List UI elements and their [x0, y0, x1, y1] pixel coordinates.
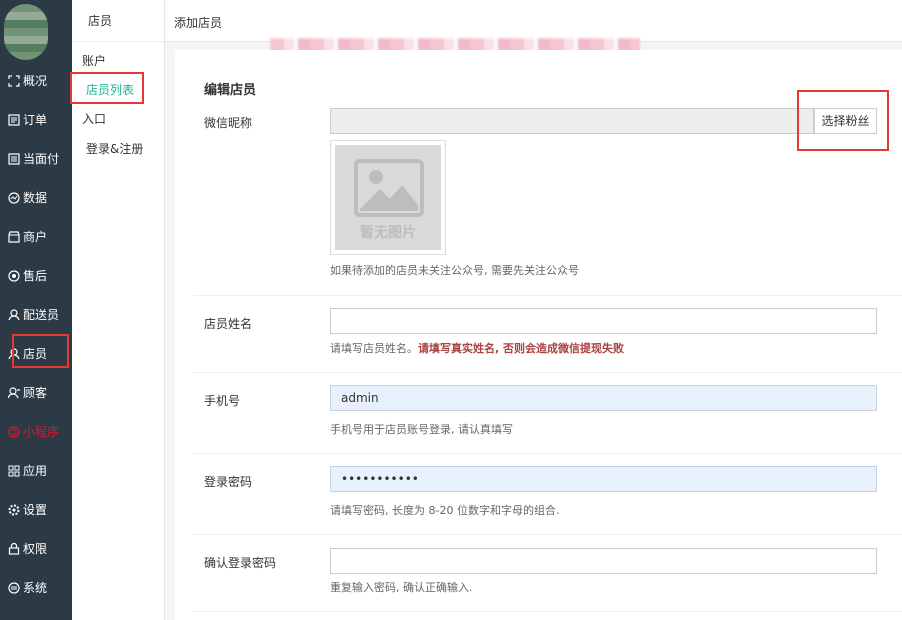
- confirm-password-label: 确认登录密码: [204, 556, 277, 570]
- avatar-preview: 暂无图片: [330, 140, 446, 255]
- aftersale-icon: [8, 269, 20, 282]
- nav-label: 订单: [23, 113, 48, 127]
- settings-icon: [8, 504, 20, 516]
- subnav-header: 店员: [72, 0, 164, 42]
- divider: [193, 295, 902, 296]
- clerk-name-help-warning: 请填写真实姓名, 否则会造成微信提现失败: [418, 342, 625, 355]
- wechat-nickname-label: 微信昵称: [204, 116, 253, 130]
- overview-icon: [8, 74, 20, 87]
- password-input[interactable]: •••••••••••: [330, 466, 877, 492]
- nav-item-customer[interactable]: 顾客: [0, 373, 72, 412]
- nav-item-courier[interactable]: 配送员: [0, 295, 72, 334]
- miniprogram-icon: [8, 425, 20, 438]
- customer-icon: [8, 386, 20, 399]
- nav-label: 当面付: [23, 152, 60, 166]
- confirm-password-help: 重复输入密码, 确认正确输入.: [330, 581, 473, 594]
- nav-label: 应用: [23, 464, 48, 478]
- subnav-item-account[interactable]: 账户: [82, 52, 106, 69]
- highlight-box-clerk-nav: [12, 334, 69, 368]
- clerk-name-input[interactable]: [330, 308, 877, 334]
- subnav-item-login-register[interactable]: 登录&注册: [86, 140, 143, 157]
- nav-label: 权限: [23, 542, 48, 556]
- confirm-password-input[interactable]: [330, 548, 877, 574]
- wechat-nickname-input[interactable]: [330, 108, 814, 134]
- clerk-name-label: 店员姓名: [204, 317, 253, 331]
- courier-icon: [8, 308, 20, 321]
- nav-item-permission[interactable]: 权限: [0, 529, 72, 568]
- highlight-box-select-fans: [797, 90, 889, 151]
- pay-icon: [8, 152, 20, 165]
- nav-label: 系统: [23, 581, 48, 595]
- lock-icon: [8, 542, 20, 555]
- page-title: 添加店员: [174, 16, 223, 30]
- nav-label: 小程序: [23, 425, 60, 439]
- no-image-text: 暂无图片: [360, 225, 416, 241]
- password-help: 请填写密码, 长度为 8-20 位数字和字母的组合.: [330, 504, 560, 517]
- nav-label: 设置: [23, 503, 48, 517]
- phone-label: 手机号: [204, 394, 241, 408]
- divider: [193, 534, 902, 535]
- nav-item-apps[interactable]: 应用: [0, 451, 72, 490]
- nav-item-orders[interactable]: 订单: [0, 100, 72, 139]
- top-bar: 添加店员: [165, 0, 902, 42]
- phone-input[interactable]: admin: [330, 385, 877, 411]
- logo: [4, 4, 48, 60]
- section-title: 编辑店员: [204, 83, 257, 98]
- main-sidebar: 概况 订单 当面付 数据 商户 售后 配送员 店员 顾客 小程序 应用 设置 权…: [0, 0, 72, 620]
- nav-label: 概况: [23, 74, 48, 88]
- order-icon: [8, 113, 20, 126]
- nav-item-aftersale[interactable]: 售后: [0, 256, 72, 295]
- store-icon: [8, 230, 20, 243]
- nav-item-miniprogram[interactable]: 小程序: [0, 412, 72, 451]
- nav-label: 顾客: [23, 386, 48, 400]
- clerk-name-help-prefix: 请填写店员姓名。: [330, 342, 418, 355]
- divider: [193, 611, 902, 612]
- nav-label: 商户: [23, 230, 48, 244]
- system-icon: [8, 581, 20, 594]
- nav-label: 售后: [23, 269, 48, 283]
- divider: [193, 453, 902, 454]
- nav-item-merchant[interactable]: 商户: [0, 217, 72, 256]
- nav-item-overview[interactable]: 概况: [0, 61, 72, 100]
- image-placeholder-icon: [354, 159, 424, 217]
- nav-item-data[interactable]: 数据: [0, 178, 72, 217]
- nav-label: 配送员: [23, 308, 60, 322]
- nav-item-face-pay[interactable]: 当面付: [0, 139, 72, 178]
- nav-item-settings[interactable]: 设置: [0, 490, 72, 529]
- subnav-item-entrance[interactable]: 入口: [82, 110, 106, 127]
- wechat-help-text: 如果待添加的店员未关注公众号, 需要先关注公众号: [330, 264, 579, 277]
- nav-label: 数据: [23, 191, 48, 205]
- password-label: 登录密码: [204, 475, 253, 489]
- nav-item-system[interactable]: 系统: [0, 568, 72, 607]
- form-panel: 编辑店员 微信昵称 选择粉丝 暂无图片 如果待添加的店员未关注公众号, 需要先关…: [175, 50, 902, 620]
- apps-icon: [8, 465, 20, 477]
- highlight-box-clerk-list: [70, 72, 144, 104]
- divider: [193, 372, 902, 373]
- chart-icon: [8, 191, 20, 204]
- phone-help: 手机号用于店员账号登录, 请认真填写: [330, 423, 513, 436]
- clerk-name-help: 请填写店员姓名。请填写真实姓名, 否则会造成微信提现失败: [330, 340, 624, 356]
